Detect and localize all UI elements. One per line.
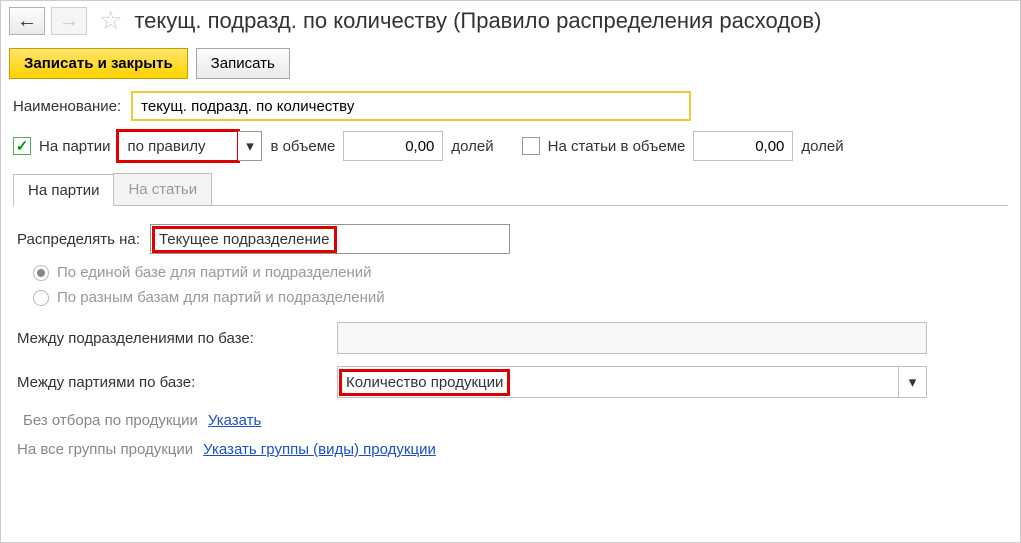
between-batches-select[interactable]: Количество продукции ▾ (337, 366, 927, 398)
name-label: Наименование: (13, 98, 121, 115)
shares-label: долей (451, 138, 493, 155)
radio-single-base-label: По единой базе для партий и подразделени… (57, 264, 372, 281)
radio-single-base (33, 265, 49, 281)
favorite-star-icon[interactable]: ☆ (99, 5, 122, 36)
back-button[interactable]: ← (9, 7, 45, 35)
on-items-checkbox[interactable] (522, 137, 540, 155)
radio-diff-bases (33, 290, 49, 306)
forward-button: → (51, 7, 87, 35)
between-batches-arrow[interactable]: ▾ (898, 367, 926, 397)
items-shares-label: долей (801, 138, 843, 155)
tab-items[interactable]: На статьи (113, 173, 212, 205)
radio-diff-bases-label: По разным базам для партий и подразделен… (57, 289, 385, 306)
on-batches-checkbox[interactable]: ✓ (13, 137, 31, 155)
between-depts-select[interactable] (337, 322, 927, 354)
on-items-label: На статьи в объеме (548, 138, 686, 155)
between-depts-label: Между подразделениями по базе: (17, 330, 327, 347)
volume-label: в объеме (270, 138, 335, 155)
window-title: текущ. подразд. по количеству (Правило р… (134, 8, 821, 34)
name-input[interactable] (131, 91, 691, 121)
between-batches-label: Между партиями по базе: (17, 374, 327, 391)
chevron-down-icon: ▾ (246, 137, 254, 155)
all-groups-label: На все группы продукции (17, 441, 193, 458)
on-batches-label: На партии (39, 138, 110, 155)
volume-input[interactable] (343, 131, 443, 161)
distribute-to-select[interactable]: Текущее подразделение (150, 224, 510, 254)
no-filter-label: Без отбора по продукции (23, 412, 198, 429)
arrow-left-icon: ← (17, 11, 37, 31)
specify-link[interactable]: Указать (208, 412, 262, 429)
save-close-button[interactable]: Записать и закрыть (9, 48, 188, 79)
items-volume-input[interactable] (693, 131, 793, 161)
arrow-right-icon: → (59, 11, 79, 31)
save-button[interactable]: Записать (196, 48, 290, 79)
tab-batches[interactable]: На партии (13, 174, 114, 206)
specify-groups-link[interactable]: Указать группы (виды) продукции (203, 441, 436, 458)
rule-select[interactable]: по правилу (118, 131, 238, 161)
distribute-to-label: Распределять на: (17, 231, 140, 248)
rule-select-arrow[interactable]: ▾ (238, 131, 262, 161)
chevron-down-icon: ▾ (909, 373, 917, 391)
